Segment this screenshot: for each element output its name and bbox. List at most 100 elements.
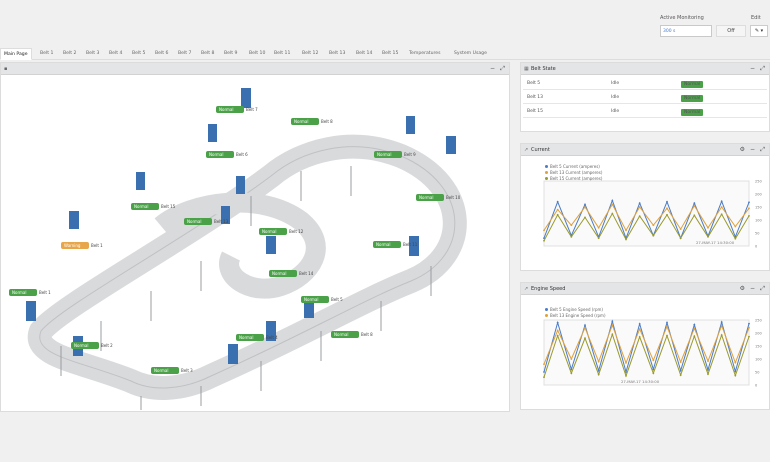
- belt-name: Belt 15: [527, 109, 544, 114]
- belt-status-label[interactable]: Normal Belt 9: [374, 151, 416, 158]
- status-text: Normal: [419, 195, 433, 200]
- status-text: Normal: [272, 271, 286, 276]
- data-point: [543, 229, 545, 232]
- belt-name-text: Belt 7: [246, 107, 258, 112]
- belt-status-label[interactable]: Normal Belt 7: [216, 106, 258, 113]
- outer-belt: [27, 134, 467, 400]
- expand-icon[interactable]: ⤢: [760, 65, 765, 73]
- belt-status-label[interactable]: Normal Belt 14: [269, 270, 314, 277]
- tab-temperatures[interactable]: Temperatures: [409, 48, 441, 60]
- belt-status-label[interactable]: Normal Belt 3: [151, 367, 193, 374]
- belt-name-text: Belt 8: [361, 332, 373, 337]
- data-point: [570, 224, 573, 227]
- minimize-icon[interactable]: −: [750, 285, 755, 292]
- minimize-icon[interactable]: −: [750, 65, 755, 72]
- tab-belt-5[interactable]: Belt 5: [132, 48, 145, 60]
- tab-system-usage[interactable]: System Usage: [454, 48, 487, 60]
- belt-status-label[interactable]: Normal Belt 8: [291, 118, 333, 125]
- gear-icon[interactable]: ⚙: [740, 146, 745, 153]
- data-point: [652, 372, 655, 375]
- data-point: [707, 236, 709, 238]
- main-page-panel: ▪ − ⤢ Normal Belt 8 Normal Belt 9 Normal…: [0, 62, 510, 412]
- edit-button[interactable]: ✎ ▾: [750, 25, 768, 37]
- table-row: Belt 13 Idle Normal: [523, 91, 767, 104]
- engine-speed-title: Engine Speed: [531, 286, 566, 292]
- data-point: [679, 374, 682, 377]
- expand-icon[interactable]: ⤢: [760, 285, 765, 293]
- status-text: Normal: [239, 335, 253, 340]
- tab-bar: Main Page Belt 1 Belt 2 Belt 3 Belt 4 Be…: [0, 48, 770, 60]
- belt-name-text: Belt 2: [101, 343, 113, 348]
- belt-status-label[interactable]: Normal Belt 5: [301, 296, 343, 303]
- data-point: [734, 374, 737, 377]
- status-badge: Normal: [681, 95, 704, 102]
- tab-belt-11[interactable]: Belt 11: [274, 48, 290, 60]
- data-point: [584, 324, 586, 327]
- gear-icon[interactable]: ⚙: [740, 285, 745, 292]
- belt-status-label[interactable]: Normal Belt 13: [184, 218, 229, 225]
- data-point: [693, 335, 696, 338]
- belt-status-label[interactable]: Normal Belt 8: [331, 331, 373, 338]
- panel-icon: ▪: [4, 66, 8, 72]
- tab-belt-14[interactable]: Belt 14: [356, 48, 372, 60]
- tab-belt-13[interactable]: Belt 13: [329, 48, 345, 60]
- belt-name-text: Belt 8: [321, 119, 333, 124]
- data-point: [707, 373, 709, 375]
- data-point: [625, 238, 627, 241]
- data-point: [720, 324, 723, 327]
- tab-belt-1[interactable]: Belt 1: [40, 48, 53, 60]
- data-point: [748, 207, 750, 210]
- data-point: [543, 239, 545, 242]
- monitoring-toggle[interactable]: Off: [716, 25, 746, 37]
- tab-belt-4[interactable]: Belt 4: [109, 48, 122, 60]
- motor-icon: [26, 301, 36, 321]
- tab-belt-2[interactable]: Belt 2: [63, 48, 76, 60]
- tab-belt-7[interactable]: Belt 7: [178, 48, 191, 60]
- minimize-icon[interactable]: −: [490, 65, 495, 72]
- belt-status-label[interactable]: Normal Belt 1: [9, 289, 51, 296]
- expand-icon[interactable]: ⤢: [760, 146, 765, 154]
- data-point: [584, 337, 586, 340]
- data-point: [748, 201, 750, 204]
- belt-status-label[interactable]: Normal Belt 2: [71, 342, 113, 349]
- data-point: [652, 224, 655, 227]
- tab-belt-10[interactable]: Belt 10: [249, 48, 265, 60]
- status-text: Warning: [64, 243, 81, 248]
- data-point: [584, 326, 586, 329]
- data-point: [625, 362, 627, 364]
- tab-belt-8[interactable]: Belt 8: [201, 48, 214, 60]
- status-text: Normal: [187, 219, 201, 224]
- belt-status-label[interactable]: Normal Belt 15: [131, 203, 176, 210]
- motor-units: [26, 88, 456, 364]
- minimize-icon[interactable]: −: [750, 146, 755, 153]
- belt-name-text: Belt 1: [91, 243, 103, 248]
- belt-status-label[interactable]: Warning Belt 1: [61, 242, 103, 249]
- data-point: [638, 328, 641, 330]
- belt-status-label[interactable]: Normal Belt 10: [416, 194, 461, 201]
- data-point: [611, 199, 614, 202]
- expand-icon[interactable]: ⤢: [500, 65, 505, 73]
- status-text: Normal: [294, 119, 308, 124]
- conveyor-diagram: Normal Belt 8Normal Belt 9Normal Belt 10Nor…: [9, 88, 467, 410]
- current-title: Current: [531, 147, 550, 153]
- data-point: [611, 320, 614, 323]
- monitoring-interval-input[interactable]: 300 s: [660, 25, 712, 37]
- data-point: [570, 236, 573, 238]
- table-row: Belt 5 Idle Normal: [523, 77, 767, 90]
- tab-belt-3[interactable]: Belt 3: [86, 48, 99, 60]
- data-point: [625, 229, 627, 232]
- belt-name-text: Belt 15: [161, 204, 176, 209]
- belt-status-label[interactable]: Normal Belt 12: [259, 228, 304, 235]
- belt-status-label[interactable]: Normal Belt 6: [206, 151, 248, 158]
- data-point: [638, 336, 641, 338]
- data-point: [556, 334, 559, 337]
- belt-status-label[interactable]: Normal Belt 11: [373, 241, 418, 248]
- tab-belt-6[interactable]: Belt 6: [155, 48, 168, 60]
- tab-belt-15[interactable]: Belt 15: [382, 48, 398, 60]
- belt-status-label[interactable]: Normal Belt 4: [236, 334, 278, 341]
- tab-main-page[interactable]: Main Page: [0, 48, 32, 60]
- tab-belt-12[interactable]: Belt 12: [302, 48, 318, 60]
- tab-belt-9[interactable]: Belt 9: [224, 48, 237, 60]
- belt-name-text: Belt 14: [299, 271, 314, 276]
- table-icon: ▦: [524, 66, 529, 72]
